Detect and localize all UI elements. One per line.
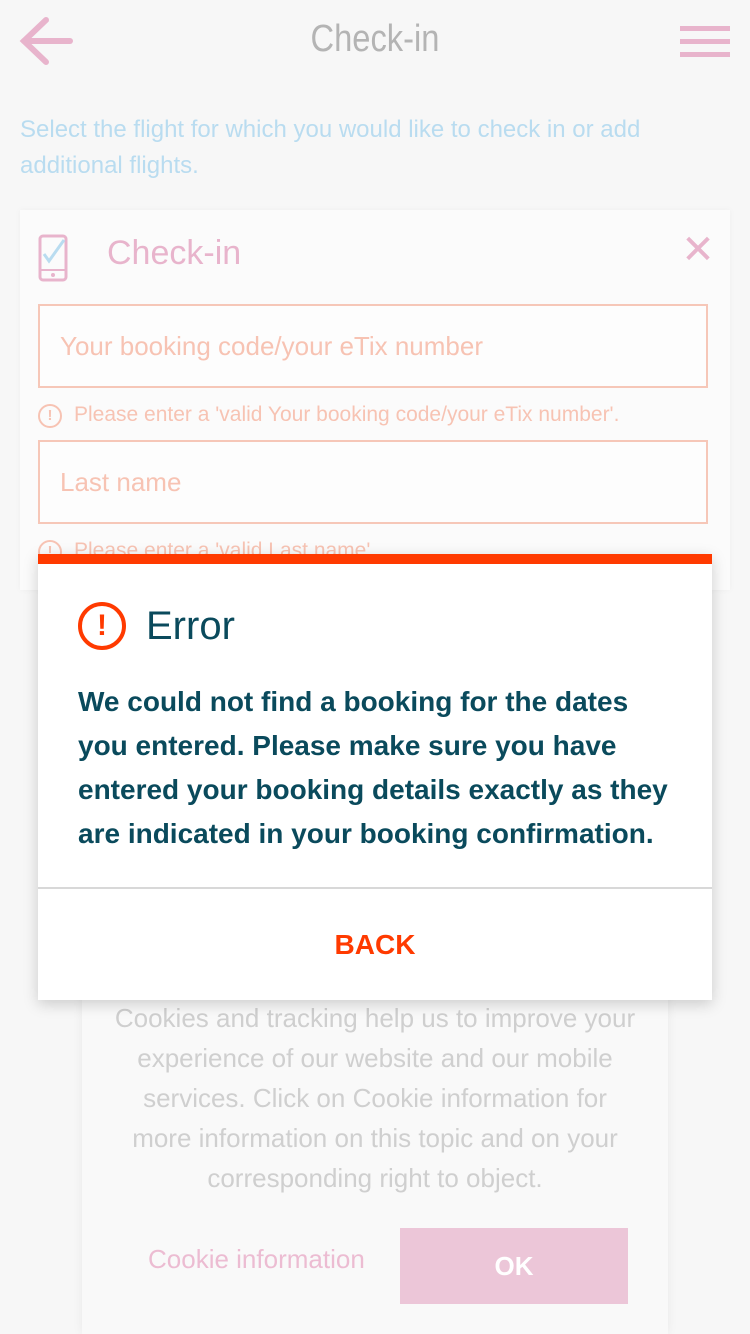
error-dialog-accent-bar xyxy=(38,554,712,564)
back-button[interactable]: BACK xyxy=(38,889,712,1000)
error-dialog-message: We could not find a booking for the date… xyxy=(78,686,668,849)
close-icon[interactable]: ✕ xyxy=(680,230,716,270)
error-alert-icon: ! xyxy=(78,602,126,650)
page-title: Check-in xyxy=(310,18,440,60)
intro-text: Select the flight for which you would li… xyxy=(20,116,641,179)
cookie-information-link[interactable]: Cookie information xyxy=(148,1244,365,1275)
booking-code-field[interactable] xyxy=(38,304,708,388)
error-dialog-title: Error xyxy=(146,604,235,648)
cookie-ok-button[interactable]: OK xyxy=(400,1228,628,1304)
last-name-input[interactable] xyxy=(40,442,706,522)
cookie-text: Cookies and tracking help us to improve … xyxy=(114,1003,636,1193)
booking-code-input[interactable] xyxy=(40,306,706,386)
error-circle-icon: ! xyxy=(38,404,62,428)
mobile-phone-icon xyxy=(38,234,68,282)
booking-code-error: Please enter a 'valid Your booking code/… xyxy=(74,403,620,426)
last-name-field[interactable] xyxy=(38,440,708,524)
card-title: Check-in xyxy=(107,234,242,272)
hamburger-menu-icon[interactable] xyxy=(680,26,730,60)
